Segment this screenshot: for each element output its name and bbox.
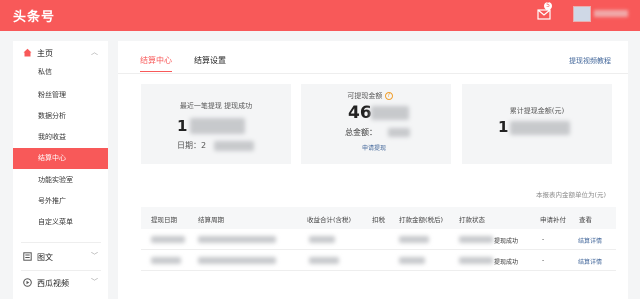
redacted-cell — [198, 236, 276, 243]
sidebar-item-lab[interactable]: 功能实验室 — [13, 170, 108, 191]
status-text: 提现成功 — [494, 259, 519, 266]
redacted-cell — [459, 236, 493, 243]
card-label-text: 可提现金额 — [347, 92, 383, 100]
sidebar-item-promotion[interactable]: 号外推广 — [13, 191, 108, 212]
message-badge: 5 — [544, 2, 552, 10]
main-panel: 结算中心 结算设置 提现视频教程 最近一笔提现 提现成功 1 日期：2 可提现金… — [118, 41, 628, 299]
date-label: 日期：2 — [177, 141, 207, 150]
sidebar-section-video[interactable]: 西瓜视频 ﹀ — [13, 273, 108, 293]
col-header-tax: 扣税 — [372, 216, 385, 224]
card-value: 46 — [348, 103, 372, 123]
sidebar-divider — [21, 270, 101, 271]
table-header: 提现日期 结算周期 收益合计(含税) 扣税 打款金额(税后) 打款状态 申请补付… — [141, 207, 616, 229]
redacted-amount — [190, 118, 245, 134]
top-bar: 头条号 5 — [0, 0, 640, 31]
card-value: 1 — [498, 118, 509, 136]
sidebar-item-custom-menu[interactable]: 自定义菜单 — [13, 212, 108, 233]
redacted-total — [388, 128, 410, 137]
settlement-detail-link[interactable]: 结算详情 — [578, 257, 602, 266]
currency-unit-note: 本报表内金额单位为(元) — [536, 191, 607, 199]
sidebar-item-messages[interactable]: 私信 — [13, 62, 108, 83]
tab-bar: 结算中心 结算设置 提现视频教程 — [118, 41, 628, 74]
card-label: 可提现金额 ? — [295, 91, 445, 101]
user-name-redacted[interactable] — [594, 10, 628, 17]
redacted-date — [214, 141, 254, 151]
available-amount-card: 可提现金额 ? 46 总金额： 申请提现 — [301, 84, 451, 164]
withdraw-video-tutorial-link[interactable]: 提现视频教程 — [569, 56, 611, 66]
table-row: 提现成功 - 结算详情 — [141, 250, 616, 271]
table-row: 提现成功 - 结算详情 — [141, 229, 616, 250]
sidebar: 主页 ︿ 私信 粉丝管理 数据分析 我的收益 结算中心 功能实验室 号外推广 自… — [13, 41, 108, 299]
home-icon — [23, 48, 32, 57]
sidebar-section-label: 图文 — [37, 253, 53, 262]
redacted-amount — [371, 106, 409, 120]
col-header-date: 提现日期 — [151, 216, 177, 224]
chevron-down-icon: ﹀ — [91, 252, 98, 260]
redacted-cell — [459, 257, 493, 264]
supplement-text: - — [542, 257, 545, 264]
app-logo[interactable]: 头条号 — [13, 6, 55, 25]
tab-settlement-center[interactable]: 结算中心 — [140, 55, 172, 72]
video-icon — [23, 278, 32, 287]
redacted-cell — [151, 257, 181, 264]
redacted-cell — [399, 236, 429, 243]
supplement-text: - — [542, 236, 545, 243]
tab-settlement-settings[interactable]: 结算设置 — [194, 55, 226, 66]
redacted-cell — [198, 257, 276, 264]
sidebar-item-settlement[interactable]: 结算中心 — [13, 148, 108, 169]
status-text: 提现成功 — [494, 238, 519, 245]
article-icon — [23, 252, 32, 261]
card-label: 最近一笔提现 提现成功 — [179, 102, 253, 110]
apply-withdraw-link[interactable]: 申请提现 — [362, 143, 386, 152]
col-header-view: 查看 — [579, 216, 592, 224]
sidebar-item-earnings[interactable]: 我的收益 — [13, 127, 108, 148]
redacted-cell — [399, 257, 425, 264]
col-header-status: 打款状态 — [459, 216, 485, 224]
sidebar-section-article[interactable]: 图文 ﹀ — [13, 247, 108, 267]
chevron-up-icon: ︿ — [91, 48, 98, 56]
redacted-cell — [151, 236, 185, 243]
chevron-down-icon: ﹀ — [91, 278, 98, 286]
sidebar-divider — [21, 242, 101, 243]
sidebar-section-label: 主页 — [37, 49, 53, 58]
redacted-cell — [309, 257, 339, 264]
last-withdrawal-card: 最近一笔提现 提现成功 1 日期：2 — [141, 84, 291, 164]
user-avatar[interactable] — [573, 6, 591, 22]
message-icon[interactable]: 5 — [537, 2, 552, 20]
card-value: 1 — [177, 117, 188, 135]
question-icon[interactable]: ? — [384, 92, 393, 100]
redacted-cell — [309, 236, 335, 243]
sidebar-section-label: 西瓜视频 — [37, 279, 69, 288]
total-withdrawn-card: 累计提现金额(元) 1 — [462, 84, 612, 164]
col-header-income: 收益合计(含税) — [307, 216, 352, 224]
col-header-supplement: 申请补付 — [540, 216, 566, 224]
sidebar-section-home[interactable]: 主页 ︿ — [13, 43, 108, 63]
col-header-payout: 打款金额(税后) — [399, 216, 444, 224]
redacted-amount — [510, 121, 570, 135]
card-label: 累计提现金额(元) — [509, 107, 565, 115]
sidebar-item-analytics[interactable]: 数据分析 — [13, 106, 108, 127]
settlement-detail-link[interactable]: 结算详情 — [578, 236, 602, 245]
total-amount-label: 总金额： — [345, 128, 377, 137]
col-header-period: 结算周期 — [198, 216, 224, 224]
sidebar-item-fans[interactable]: 粉丝管理 — [13, 85, 108, 106]
